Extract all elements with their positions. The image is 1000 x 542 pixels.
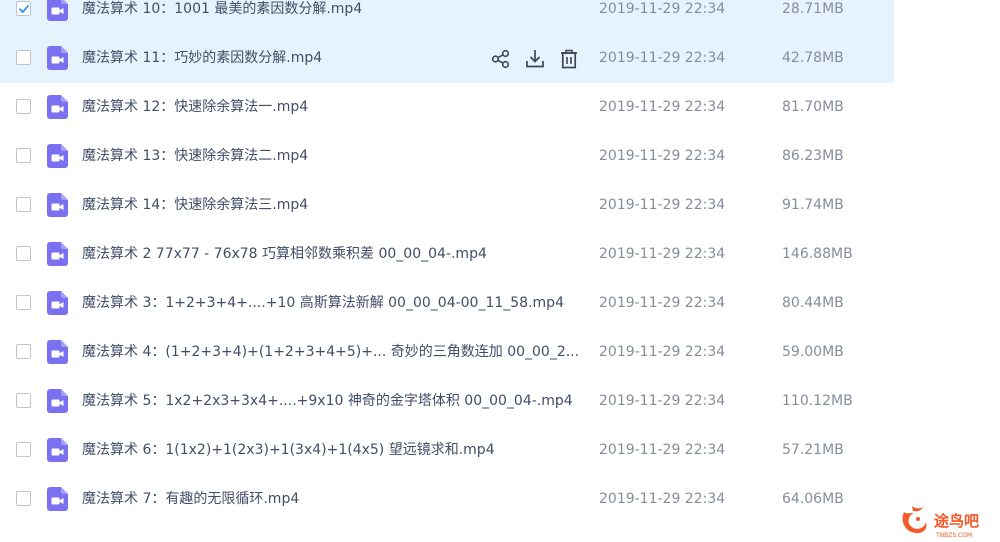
file-size: 110.12MB (782, 393, 853, 409)
share-icon[interactable] (490, 48, 512, 70)
file-row[interactable]: 魔法算术 2 77x77 - 76x78 巧算相邻数乘积差 00_00_04-.… (0, 230, 894, 279)
file-row[interactable]: 魔法算术 14：快速除余算法三.mp4 2019-11-29 22:34 91.… (0, 181, 894, 230)
file-size: 86.23MB (782, 148, 844, 164)
file-size: 91.74MB (782, 197, 844, 213)
row-checkbox[interactable] (16, 491, 31, 506)
file-row[interactable]: 魔法算术 4：(1+2+3+4)+(1+2+3+4+5)+... 奇妙的三角数连… (0, 328, 894, 377)
file-date: 2019-11-29 22:34 (599, 197, 726, 213)
delete-icon[interactable] (558, 48, 580, 70)
row-checkbox[interactable] (16, 148, 31, 163)
video-file-icon (47, 95, 68, 119)
file-name[interactable]: 魔法算术 7：有趣的无限循环.mp4 (82, 475, 299, 524)
file-size: 64.06MB (782, 491, 844, 507)
file-name[interactable]: 魔法算术 5：1x2+2x3+3x4+....+9x10 神奇的金字塔体积 00… (82, 377, 573, 426)
file-list: 魔法算术 10：1001 最美的素因数分解.mp4 2019-11-29 22:… (0, 0, 1000, 542)
file-name[interactable]: 魔法算术 6：1(1x2)+1(2x3)+1(3x4)+1(4x5) 望远镜求和… (82, 426, 495, 475)
file-row[interactable]: 魔法算术 6：1(1x2)+1(2x3)+1(3x4)+1(4x5) 望远镜求和… (0, 426, 894, 475)
watermark-logo: 途鸟吧 TNBZS.COM (902, 506, 979, 539)
row-checkbox[interactable] (16, 197, 31, 212)
check-icon (19, 5, 29, 13)
file-row[interactable]: 魔法算术 10：1001 最美的素因数分解.mp4 2019-11-29 22:… (0, 0, 894, 34)
video-file-icon (47, 340, 68, 364)
file-row[interactable]: 魔法算术 13：快速除余算法二.mp4 2019-11-29 22:34 86.… (0, 132, 894, 181)
row-checkbox[interactable] (16, 442, 31, 457)
row-checkbox[interactable] (16, 393, 31, 408)
file-date: 2019-11-29 22:34 (599, 295, 726, 311)
file-size: 81.70MB (782, 99, 844, 115)
row-checkbox[interactable] (16, 246, 31, 261)
file-name[interactable]: 魔法算术 10：1001 最美的素因数分解.mp4 (82, 0, 362, 34)
file-date: 2019-11-29 22:34 (599, 246, 726, 262)
file-name[interactable]: 魔法算术 12：快速除余算法一.mp4 (82, 83, 308, 132)
file-size: 28.71MB (782, 1, 844, 17)
file-date: 2019-11-29 22:34 (599, 148, 726, 164)
video-file-icon (47, 389, 68, 413)
file-name[interactable]: 魔法算术 3：1+2+3+4+....+10 高斯算法新解 00_00_04-0… (82, 279, 564, 328)
file-name[interactable]: 魔法算术 11：巧妙的素因数分解.mp4 (82, 34, 322, 83)
file-name[interactable]: 魔法算术 14：快速除余算法三.mp4 (82, 181, 308, 230)
video-file-icon (47, 242, 68, 266)
svg-text:途鸟吧: 途鸟吧 (934, 512, 979, 530)
video-file-icon (47, 46, 68, 70)
video-file-icon (47, 193, 68, 217)
video-file-icon (47, 438, 68, 462)
file-size: 42.78MB (782, 50, 844, 66)
file-name[interactable]: 魔法算术 4：(1+2+3+4)+(1+2+3+4+5)+... 奇妙的三角数连… (82, 328, 579, 377)
download-icon[interactable] (524, 48, 546, 70)
file-row[interactable]: 魔法算术 5：1x2+2x3+3x4+....+9x10 神奇的金字塔体积 00… (0, 377, 894, 426)
file-date: 2019-11-29 22:34 (599, 344, 726, 360)
row-checkbox[interactable] (16, 99, 31, 114)
file-date: 2019-11-29 22:34 (599, 50, 726, 66)
file-date: 2019-11-29 22:34 (599, 99, 726, 115)
file-size: 59.00MB (782, 344, 844, 360)
file-date: 2019-11-29 22:34 (599, 491, 726, 507)
file-name[interactable]: 魔法算术 13：快速除余算法二.mp4 (82, 132, 308, 181)
video-file-icon (47, 144, 68, 168)
video-file-icon (47, 291, 68, 315)
row-checkbox[interactable] (16, 50, 31, 65)
file-row[interactable]: 魔法算术 3：1+2+3+4+....+10 高斯算法新解 00_00_04-0… (0, 279, 894, 328)
file-date: 2019-11-29 22:34 (599, 393, 726, 409)
file-row[interactable]: 魔法算术 11：巧妙的素因数分解.mp4 2019-11-29 22:34 42… (0, 34, 894, 83)
file-size: 146.88MB (782, 246, 853, 262)
video-file-icon (47, 0, 68, 21)
svg-text:TNBZS.COM: TNBZS.COM (935, 532, 972, 539)
file-row[interactable]: 魔法算术 12：快速除余算法一.mp4 2019-11-29 22:34 81.… (0, 83, 894, 132)
file-date: 2019-11-29 22:34 (599, 442, 726, 458)
file-name[interactable]: 魔法算术 2 77x77 - 76x78 巧算相邻数乘积差 00_00_04-.… (82, 230, 487, 279)
row-checkbox[interactable] (16, 1, 31, 16)
file-size: 57.21MB (782, 442, 844, 458)
file-date: 2019-11-29 22:34 (599, 1, 726, 17)
file-size: 80.44MB (782, 295, 844, 311)
file-row[interactable]: 魔法算术 7：有趣的无限循环.mp4 2019-11-29 22:34 64.0… (0, 475, 894, 524)
video-file-icon (47, 487, 68, 511)
row-checkbox[interactable] (16, 344, 31, 359)
row-checkbox[interactable] (16, 295, 31, 310)
